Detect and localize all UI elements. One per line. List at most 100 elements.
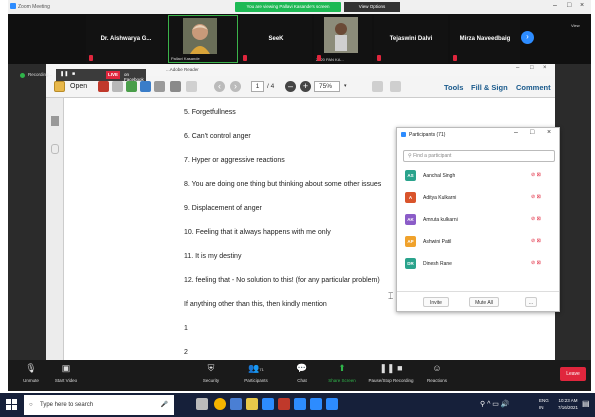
unmute-button[interactable]: 🎙 Unmute: [18, 362, 44, 383]
zoom-level-select[interactable]: 75%: [314, 81, 340, 92]
security-button[interactable]: ⛨ Security: [196, 362, 226, 383]
find-participant-input[interactable]: ⚲ Find a participant: [403, 150, 555, 162]
mute-all-button[interactable]: Mute All: [469, 297, 499, 307]
video-tile[interactable]: Mirza Naveedbaig: [450, 15, 520, 63]
clock-time: 10:23 AM: [558, 398, 578, 403]
page-thumbnails-icon[interactable]: [51, 116, 59, 126]
maximize-icon[interactable]: □: [567, 2, 571, 9]
mic-muted-icon: [377, 55, 381, 61]
file-explorer-icon[interactable]: [246, 398, 258, 410]
leave-button[interactable]: Leave: [560, 367, 586, 381]
app-icon[interactable]: [326, 398, 338, 410]
zoom-in-icon[interactable]: +: [300, 81, 311, 92]
video-tile-active-speaker[interactable]: Pallavi Kasande: [168, 15, 238, 63]
combine-icon[interactable]: [140, 81, 151, 92]
live-badge: LIVE: [106, 71, 121, 79]
taskbar-search-box[interactable]: ○ Type here to search 🎤: [24, 395, 174, 415]
save-icon[interactable]: [154, 81, 165, 92]
tools-button[interactable]: Tools: [444, 83, 463, 92]
reactions-button[interactable]: ☺ Reactions: [422, 362, 452, 383]
close-icon[interactable]: ×: [543, 65, 547, 71]
read-mode-icon[interactable]: [390, 81, 401, 92]
maximize-icon[interactable]: □: [530, 65, 534, 71]
close-icon[interactable]: ×: [547, 129, 551, 136]
mic-muted-icon: [89, 55, 93, 61]
windows-taskbar: ○ Type here to search 🎤 ⚲ ^ ▭ 🔊 ENG IN 1…: [0, 393, 595, 417]
live-platform: on Facebook: [124, 72, 144, 82]
next-page-icon[interactable]: ›: [230, 81, 241, 92]
video-tile[interactable]: SeeK: [240, 15, 312, 63]
pause-stop-recording-button[interactable]: ❚❚ ■ Pause/Stop Recording: [364, 362, 418, 383]
stop-icon[interactable]: ■: [72, 71, 75, 77]
participants-button[interactable]: 👥71 Participants: [236, 362, 276, 383]
zoom-dropdown-icon[interactable]: ▾: [344, 83, 347, 89]
fit-page-icon[interactable]: [372, 81, 383, 92]
attachments-icon[interactable]: [51, 144, 59, 154]
document-line: 10. Feeling that it always happens with …: [184, 229, 331, 236]
participant-row[interactable]: AP Ashwini Patil ⊘ ⊠: [403, 235, 555, 249]
participant-row[interactable]: AS Aanchal Singh ⊘ ⊠: [403, 169, 555, 183]
mic-video-muted-icon[interactable]: ⊘ ⊠: [531, 172, 541, 178]
video-tile[interactable]: Tejaswini Dalvi: [374, 15, 448, 63]
pause-icon[interactable]: ❚❚: [60, 71, 68, 77]
video-tile[interactable]: Dr. Aishwarya G...: [86, 15, 166, 63]
search-icon: ○: [29, 402, 33, 408]
zoom-out-icon[interactable]: –: [285, 81, 296, 92]
print-icon[interactable]: [170, 81, 181, 92]
meeting-controls-bar: 🎙 Unmute ▣ Start Video ⛨ Security 👥71 Pa…: [8, 360, 591, 391]
acrobat-app-icon[interactable]: [278, 398, 290, 410]
language-indicator[interactable]: ENG IN: [539, 397, 549, 411]
document-line: 1: [184, 325, 188, 332]
app-icon[interactable]: [230, 398, 242, 410]
task-view-icon[interactable]: [196, 398, 208, 410]
chat-button[interactable]: 💬 Chat: [290, 362, 314, 383]
mic-video-muted-icon[interactable]: ⊘ ⊠: [531, 194, 541, 200]
next-page-arrow-icon[interactable]: ›: [521, 31, 534, 44]
mic-video-muted-icon[interactable]: ⊘ ⊠: [531, 260, 541, 266]
chrome-icon[interactable]: [214, 398, 226, 410]
participant-row[interactable]: DR Dinesh Rane ⊘ ⊠: [403, 257, 555, 271]
microphone-icon[interactable]: 🎤: [161, 395, 168, 415]
export-icon[interactable]: [126, 81, 137, 92]
app-icon[interactable]: [294, 398, 306, 410]
participant-row[interactable]: A Aditya Kulkarni ⊘ ⊠: [403, 191, 555, 205]
view-options-button[interactable]: View Options: [344, 2, 400, 12]
open-button[interactable]: Open: [70, 83, 87, 90]
app-icon[interactable]: [310, 398, 322, 410]
participant-name: Dr. Aishwarya G...: [100, 36, 152, 42]
share-screen-button[interactable]: ⬆ Share Screen: [324, 362, 360, 383]
participants-footer: Invite Mute All ...: [397, 291, 559, 311]
mic-video-muted-icon[interactable]: ⊘ ⊠: [531, 238, 541, 244]
video-tile[interactable]: 2020 PAN KA...: [314, 15, 372, 63]
mic-muted-icon: [317, 55, 321, 61]
minimize-icon[interactable]: –: [514, 129, 518, 136]
zoom-logo-icon: [10, 3, 16, 9]
minimize-icon[interactable]: –: [553, 2, 557, 9]
participant-name: Ashwini Patil: [423, 239, 452, 245]
minimize-icon[interactable]: –: [516, 65, 519, 71]
create-pdf-icon[interactable]: [98, 81, 109, 92]
page-number-input[interactable]: 1: [251, 81, 264, 92]
zoom-title-bar: Zoom Meeting You are viewing Pallavi Kas…: [8, 0, 591, 14]
edit-icon[interactable]: [112, 81, 123, 92]
windows-start-icon[interactable]: [6, 399, 17, 410]
close-icon[interactable]: ×: [580, 2, 584, 9]
folder-open-icon[interactable]: [54, 81, 65, 92]
notification-icon[interactable]: ▤: [582, 399, 590, 408]
system-tray-icons[interactable]: ⚲ ^ ▭ 🔊: [480, 400, 510, 408]
zoom-app-icon[interactable]: [262, 398, 274, 410]
invite-button[interactable]: Invite: [423, 297, 449, 307]
maximize-icon[interactable]: □: [530, 129, 534, 136]
taskbar-clock[interactable]: 10:23 AM 7/16/2021: [558, 397, 578, 411]
view-button[interactable]: View: [571, 23, 580, 28]
fill-sign-button[interactable]: Fill & Sign: [471, 83, 508, 92]
video-thumbnail-strip: Dr. Aishwarya G... Pallavi Kasande SeeK …: [8, 14, 591, 64]
email-icon[interactable]: [186, 81, 197, 92]
participant-row[interactable]: AK Amruta kulkarni ⊘ ⊠: [403, 213, 555, 227]
more-options-button[interactable]: ...: [525, 297, 537, 307]
previous-page-icon[interactable]: ‹: [214, 81, 225, 92]
participants-header: Participants (71) – □ ×: [397, 128, 559, 141]
comment-button[interactable]: Comment: [516, 83, 551, 92]
mic-video-muted-icon[interactable]: ⊘ ⊠: [531, 216, 541, 222]
start-video-button[interactable]: ▣ Start Video: [48, 362, 84, 383]
